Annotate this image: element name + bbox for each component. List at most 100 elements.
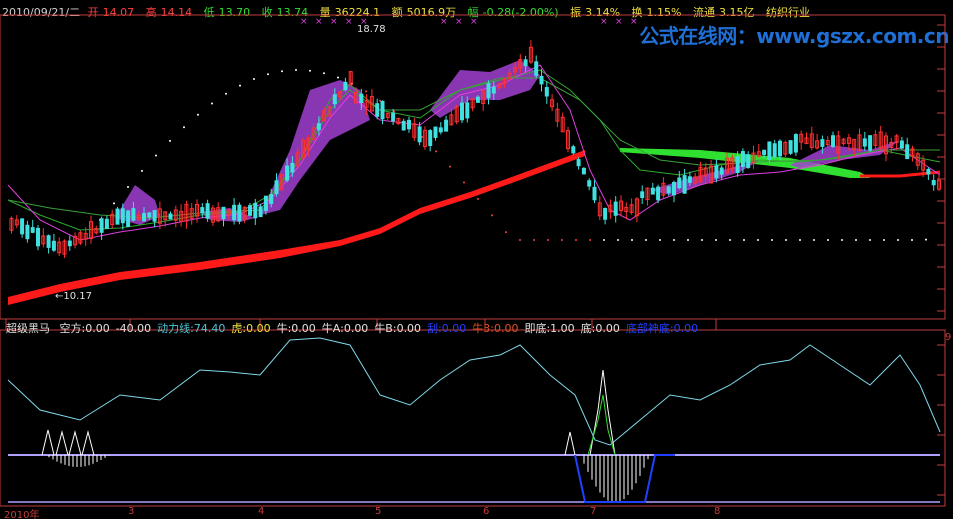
sar-dot	[365, 90, 367, 93]
sar-dot	[155, 154, 157, 157]
sar-dot	[533, 239, 535, 241]
sar-dot	[603, 239, 605, 241]
candle-body	[603, 208, 608, 220]
candle-body	[666, 186, 671, 194]
candle-body	[263, 195, 268, 211]
candle-body	[523, 59, 528, 67]
signal-marker: ×	[345, 17, 353, 27]
right-axis-label: 9	[945, 332, 951, 343]
candle-body	[767, 141, 772, 160]
stock-chart-window: { "info_bar": { "date": "2010/09/21/二", …	[0, 0, 953, 519]
candle-body	[147, 212, 152, 218]
sar-dot	[435, 150, 437, 153]
candle-body	[868, 135, 873, 151]
x-axis-tick: 7	[590, 506, 597, 517]
indicator-item: 刮:0.00	[427, 322, 467, 335]
candle-body	[99, 218, 104, 233]
candle-body	[714, 165, 719, 179]
candle-body	[20, 218, 25, 235]
candle-body	[576, 159, 581, 167]
purple-fill-zone	[790, 140, 900, 168]
candle-body	[539, 75, 544, 85]
candle-body	[491, 86, 496, 94]
indicator-item: 牛A:0.00	[321, 322, 369, 335]
candle-body	[475, 96, 480, 103]
signal-marker: ×	[455, 17, 463, 27]
candle-body	[438, 127, 443, 133]
candle-body	[581, 167, 586, 175]
signal-marker: ×	[615, 17, 623, 27]
x-axis-tick: 2010年	[4, 510, 40, 519]
candle-body	[640, 191, 645, 199]
candle-body	[269, 194, 274, 204]
sar-dot	[925, 238, 927, 241]
candle-body	[444, 119, 449, 132]
sar-dot	[589, 239, 591, 241]
indicator-item: 牛3:0.00	[472, 322, 519, 335]
candle-body	[460, 102, 464, 121]
sar-dot	[477, 197, 479, 200]
candle-body	[51, 240, 56, 251]
spike	[55, 430, 69, 456]
indicator-legend: 超级黑马 空方:0.00 -40.00 动力线:74.40 虎:0.00 牛:0.00 牛…	[6, 320, 710, 336]
indicator-item: 虎:0.00	[231, 322, 271, 335]
candle-body	[793, 134, 798, 153]
sar-dot	[113, 202, 115, 205]
sar-dot	[701, 239, 703, 241]
indicator-item: 底:0.00	[580, 322, 620, 335]
candle-body	[905, 144, 910, 160]
x-axis-tick: 6	[483, 506, 490, 517]
candle-body	[316, 123, 321, 131]
candle-body	[290, 162, 295, 173]
candle-body	[36, 227, 40, 247]
candle-body	[142, 212, 146, 222]
sar-dot	[309, 69, 311, 72]
x-axis: 2010年 3 4 5 6 7 8	[0, 506, 953, 519]
candle-body	[656, 186, 661, 201]
candle-body	[613, 201, 618, 216]
candle-body	[274, 180, 279, 195]
indicator-item: -40.00	[115, 322, 152, 335]
sar-dot	[673, 239, 675, 241]
sar-dot	[841, 239, 843, 241]
candle-body	[486, 83, 491, 99]
indicator-name: 超级黑马	[6, 322, 50, 335]
sar-dot	[771, 239, 773, 241]
candle-body	[407, 119, 411, 130]
indicator-item: 底部神底:0.00	[625, 322, 699, 335]
candle-body	[682, 175, 687, 194]
candle-body	[380, 100, 385, 120]
candle-body	[592, 186, 597, 201]
sar-dot	[897, 239, 899, 241]
sar-dot	[547, 239, 549, 241]
candle-body	[428, 130, 433, 147]
sar-dot	[785, 239, 787, 241]
sar-dot	[813, 239, 815, 241]
price-chart[interactable]: × × × × × × × × × × × 18.78 ←10.17 9	[0, 0, 953, 519]
sar-dot	[239, 84, 241, 87]
candle-body	[25, 224, 30, 240]
candle-body	[788, 140, 793, 154]
signal-marker: ×	[600, 17, 608, 27]
candle-body	[735, 156, 740, 173]
sar-dot	[729, 239, 731, 241]
sar-dot	[631, 239, 633, 241]
blue-bottom-signal	[574, 454, 675, 503]
candle-body	[67, 240, 72, 247]
sar-dot	[911, 239, 913, 241]
sar-dot	[659, 239, 661, 241]
sar-dot	[827, 239, 829, 241]
low-marker: ←10.17	[55, 291, 92, 302]
sar-dot	[141, 169, 143, 172]
x-axis-tick: 4	[258, 506, 265, 517]
indicator-graph	[7, 337, 941, 503]
sar-dot	[169, 139, 171, 142]
candle-body	[672, 181, 676, 196]
signal-marker: ×	[330, 17, 338, 27]
candle-body	[778, 140, 782, 157]
indicator-panel-frame	[0, 329, 946, 507]
sar-dot	[855, 239, 857, 241]
signal-marker: ×	[470, 17, 478, 27]
sar-dot	[617, 239, 619, 241]
candle-body	[650, 187, 655, 195]
